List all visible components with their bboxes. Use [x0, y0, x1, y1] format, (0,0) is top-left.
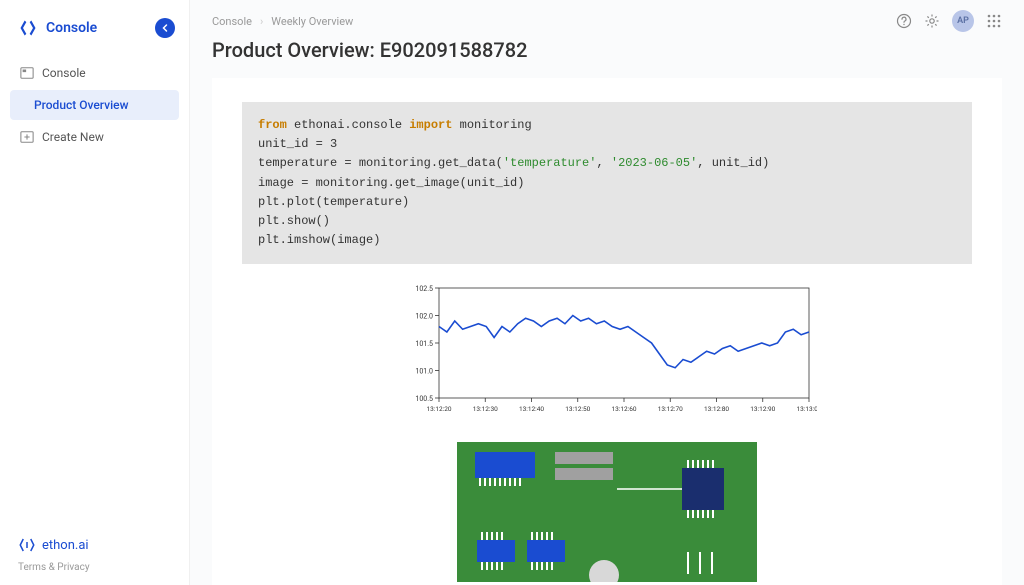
breadcrumb-item[interactable]: Weekly Overview: [271, 15, 353, 28]
svg-text:13:12:30: 13:12:30: [473, 405, 498, 413]
footer-brand-text: ethon.ai: [42, 538, 89, 553]
help-icon[interactable]: [896, 13, 912, 29]
topbar: Console › Weekly Overview AP: [190, 0, 1024, 32]
footer-brand-icon: [18, 536, 36, 554]
svg-text:13:12:50: 13:12:50: [565, 405, 590, 413]
create-new-icon: [20, 130, 34, 144]
svg-text:13:12:70: 13:12:70: [658, 405, 683, 413]
sidebar-item-label: Product Overview: [34, 98, 129, 112]
brand-logo-icon: [18, 18, 38, 38]
sidebar-item-label: Create New: [42, 130, 104, 144]
content-panel: from ethonai.console import monitoring u…: [212, 78, 1002, 585]
svg-text:102.5: 102.5: [415, 285, 433, 293]
sidebar-item-product-overview[interactable]: Product Overview: [10, 90, 179, 120]
pcb-image: [242, 442, 972, 582]
main-content: Console › Weekly Overview AP Product Ove…: [190, 0, 1024, 585]
svg-text:102.0: 102.0: [415, 313, 433, 321]
sidebar-item-create-new[interactable]: Create New: [10, 122, 179, 152]
chevron-left-icon: [160, 23, 170, 33]
svg-text:13:12:80: 13:12:80: [704, 405, 729, 413]
svg-text:13:12:40: 13:12:40: [519, 405, 544, 413]
footer-links[interactable]: Terms & Privacy: [18, 562, 171, 573]
console-icon: [20, 66, 34, 80]
svg-text:100.5: 100.5: [415, 395, 433, 403]
svg-text:13:12:90: 13:12:90: [750, 405, 775, 413]
svg-text:13:12:20: 13:12:20: [426, 405, 451, 413]
breadcrumb-item[interactable]: Console: [212, 15, 252, 28]
svg-text:101.0: 101.0: [415, 368, 433, 376]
brand: Console: [18, 18, 97, 38]
title-row: Product Overview: E902091588782: [190, 32, 1024, 78]
svg-text:13:12:60: 13:12:60: [611, 405, 636, 413]
sidebar: Console Console Product Overview Create …: [0, 0, 190, 585]
chevron-right-icon: ›: [260, 15, 263, 28]
svg-text:101.5: 101.5: [415, 340, 433, 348]
brand-name: Console: [46, 20, 97, 36]
apps-grid-icon[interactable]: [986, 13, 1002, 29]
code-block: from ethonai.console import monitoring u…: [242, 102, 972, 264]
chart: 100.5 101.0 101.5 102.0 102.5 13:12:20 13:12:3…: [242, 282, 972, 422]
breadcrumb: Console › Weekly Overview: [212, 15, 353, 28]
sidebar-item-console[interactable]: Console: [10, 58, 179, 88]
sidebar-header: Console: [0, 18, 189, 38]
avatar[interactable]: AP: [952, 10, 974, 32]
collapse-sidebar-button[interactable]: [155, 18, 175, 38]
svg-text:13:13:00: 13:13:00: [796, 405, 817, 413]
line-chart: 100.5 101.0 101.5 102.0 102.5 13:12:20 13:12:3…: [397, 282, 817, 422]
sidebar-nav: Console Product Overview Create New: [0, 58, 189, 536]
gear-icon[interactable]: [924, 13, 940, 29]
sidebar-item-label: Console: [42, 66, 86, 80]
page-title: Product Overview: E902091588782: [212, 38, 1002, 62]
sidebar-footer: ethon.ai Terms & Privacy: [0, 536, 189, 573]
topbar-actions: AP: [896, 10, 1002, 32]
footer-brand: ethon.ai: [18, 536, 171, 554]
